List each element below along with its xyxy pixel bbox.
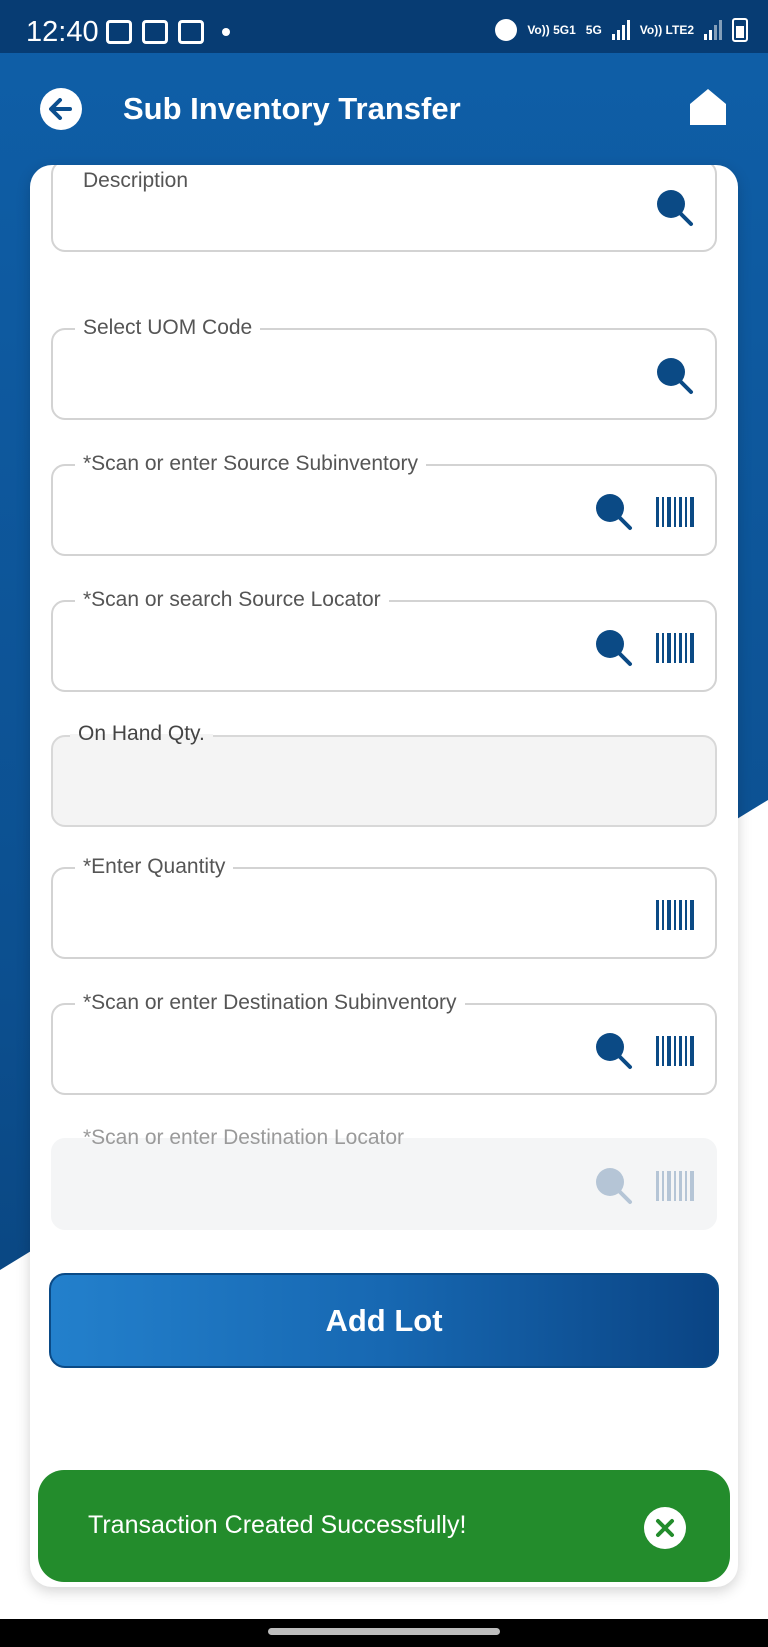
barcode-icon (656, 1171, 694, 1201)
app-header: Sub Inventory Transfer (0, 53, 768, 165)
source-locator-scan-button[interactable] (655, 628, 695, 668)
destination-subinventory-label: *Scan or enter Destination Subinventory (75, 991, 465, 1015)
destination-subinventory-input[interactable] (77, 1031, 557, 1071)
quantity-scan-button[interactable] (655, 895, 695, 935)
uom-code-search-button[interactable] (655, 356, 695, 396)
system-nav-bar (0, 1619, 768, 1647)
destination-subinventory-scan-button[interactable] (655, 1031, 695, 1071)
signal-icon-2 (704, 20, 722, 40)
toast-message: Transaction Created Successfully! (88, 1511, 467, 1539)
source-subinventory-field: *Scan or enter Source Subinventory (51, 452, 717, 556)
source-locator-input[interactable] (77, 628, 557, 668)
on-hand-qty-field: On Hand Qty. (51, 722, 717, 827)
arrow-left-icon (49, 98, 72, 120)
source-subinventory-label: *Scan or enter Source Subinventory (75, 452, 427, 476)
page-title: Sub Inventory Transfer (123, 91, 461, 126)
back-button[interactable] (40, 88, 82, 130)
destination-locator-label: *Scan or enter Destination Locator (83, 1126, 405, 1149)
source-locator-field: *Scan or search Source Locator (51, 588, 717, 692)
quantity-input[interactable] (77, 895, 557, 935)
form-card: Description Select UOM Code *Scan or ent… (30, 165, 738, 1587)
source-locator-search-button[interactable] (594, 628, 634, 668)
barcode-icon (656, 497, 694, 527)
destination-locator-input (77, 1166, 557, 1206)
search-icon (596, 1033, 632, 1069)
search-icon (657, 190, 693, 226)
network-indicator-1: Vo)) 5G1 (527, 23, 576, 37)
status-notification-icons (106, 20, 230, 44)
barcode-icon (656, 900, 694, 930)
network-indicator-2: 5G (585, 23, 602, 37)
destination-locator-search-button (594, 1166, 634, 1206)
signal-icon-1 (611, 20, 630, 40)
home-icon (690, 89, 726, 125)
screenshot-icon (142, 20, 168, 44)
barcode-icon (656, 633, 694, 663)
status-time: 12:40 (26, 16, 99, 48)
alarm-icon (495, 19, 518, 41)
home-gesture-handle[interactable] (268, 1628, 500, 1635)
uom-code-input[interactable] (77, 356, 557, 396)
barcode-icon (656, 1036, 694, 1066)
status-bar: 12:40 Vo)) 5G1 5G Vo)) LTE2 (0, 0, 768, 53)
description-field: Description (51, 165, 717, 252)
status-system-icons: Vo)) 5G1 5G Vo)) LTE2 (495, 18, 748, 42)
search-icon (596, 1168, 632, 1204)
on-hand-qty-label: On Hand Qty. (70, 722, 213, 746)
quantity-field: *Enter Quantity (51, 855, 717, 959)
description-search-button[interactable] (655, 188, 695, 228)
uom-code-field: Select UOM Code (51, 316, 717, 420)
destination-subinventory-field: *Scan or enter Destination Subinventory (51, 991, 717, 1095)
quantity-label: *Enter Quantity (75, 855, 234, 879)
network-indicator-3: Vo)) LTE2 (639, 23, 694, 37)
gallery-icon (106, 20, 132, 44)
more-notifications-icon (222, 28, 230, 36)
search-icon (596, 494, 632, 530)
close-icon (656, 1519, 674, 1537)
uom-code-label: Select UOM Code (75, 316, 261, 340)
source-subinventory-scan-button[interactable] (655, 492, 695, 532)
health-icon (178, 20, 204, 44)
destination-subinventory-search-button[interactable] (594, 1031, 634, 1071)
destination-locator-scan-button (655, 1166, 695, 1206)
battery-icon (732, 18, 748, 42)
home-button[interactable] (688, 87, 728, 127)
add-lot-button[interactable]: Add Lot (49, 1273, 719, 1368)
on-hand-qty-value (77, 763, 557, 803)
toast-close-button[interactable] (644, 1507, 686, 1549)
source-subinventory-input[interactable] (77, 492, 557, 532)
description-input[interactable] (77, 188, 557, 228)
source-subinventory-search-button[interactable] (594, 492, 634, 532)
success-toast: Transaction Created Successfully! (38, 1470, 730, 1582)
search-icon (657, 358, 693, 394)
source-locator-label: *Scan or search Source Locator (75, 588, 389, 612)
search-icon (596, 630, 632, 666)
destination-locator-field: *Scan or enter Destination Locator (51, 1126, 717, 1230)
